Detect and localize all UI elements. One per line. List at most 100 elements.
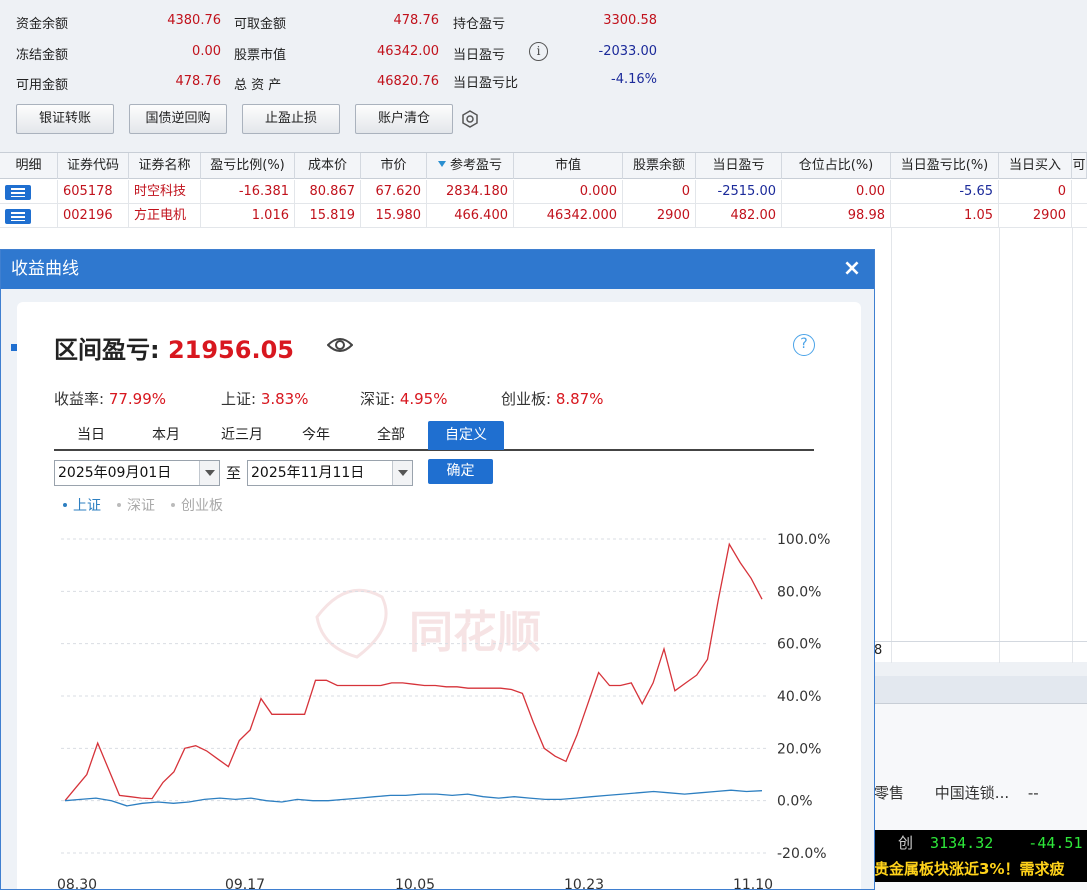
col-name[interactable]: 证券名称 [129,153,201,179]
start-date-picker[interactable]: 2025年09月01日 [54,460,220,486]
y-tick-label: 20.0% [777,741,821,757]
total-assets-label: 总 资 产 [234,78,282,93]
confirm-button[interactable]: 确定 [428,459,493,484]
col-price[interactable]: 市价 [361,153,427,179]
chevron-down-icon[interactable] [199,461,219,485]
tab-custom[interactable]: 自定义 [428,421,504,450]
stat-shenzhen: 深证: 4.95% [360,390,448,408]
quote-change: -44.51 [1028,834,1083,852]
series-line-profit [64,542,763,802]
tab-all[interactable]: 全部 [362,421,420,450]
cell-position-ratio: 0.00 [782,180,891,204]
end-date-picker[interactable]: 2025年11月11日 [247,460,413,486]
detail-list-icon[interactable] [5,209,31,224]
col-more[interactable]: 可 [1072,153,1087,179]
x-tick-label: 10.05 [395,877,435,890]
cell-market-value: 0.000 [514,180,623,204]
legend-shanghai[interactable]: 上证 [63,495,101,515]
daily-pnl-value: -2033.00 [598,44,657,59]
col-ref-pnl[interactable]: 参考盈亏 [427,153,514,179]
cell-name: 方正电机 [129,204,201,228]
legend-shenzhen[interactable]: 深证 [117,495,155,515]
col-daily-pnl[interactable]: 当日盈亏 [696,153,782,179]
tab-three-months[interactable]: 近三月 [207,421,277,450]
y-tick-label: 40.0% [777,689,821,705]
watermark-text: 同花顺 [409,607,541,658]
legend-chinext[interactable]: 创业板 [171,495,223,515]
table-fragment: 8 [874,643,883,658]
daily-pnl-label: 当日盈亏 [453,48,506,63]
stop-profit-loss-button[interactable]: 止盈止损 [242,104,340,134]
tab-this-month[interactable]: 本月 [137,421,195,450]
col-pnl-ratio[interactable]: 盈亏比例(%) [201,153,295,179]
y-tick-label: 80.0% [777,584,821,600]
frozen-amount-value: 0.00 [192,44,221,59]
available-amount-label: 可用金额 [16,78,69,93]
profit-card: 区间盈亏: 21956.05 ? 收益率: 77.99% 上证: 3.83% 深… [17,302,861,890]
reverse-repo-button[interactable]: 国债逆回购 [129,104,227,134]
holding-pnl-value: 3300.58 [603,13,657,28]
cell-code: 605178 [58,180,129,204]
index-quote-bar: 创 3134.32 -44.51 [874,830,1087,856]
profit-curve-dialog: 收益曲线 × 区间盈亏: 21956.05 ? 收益率: 77.99% 上证: … [0,249,875,890]
col-daily-buy[interactable]: 当日买入 [999,153,1072,179]
period-tabs: 当日 本月 近三月 今年 全部 自定义 [54,421,814,451]
cell-pnl-ratio: 1.016 [201,204,295,228]
holding-pnl-label: 持仓盈亏 [453,17,506,32]
x-tick-label: 09.17 [225,877,265,890]
stat-return: 收益率: 77.99% [54,390,167,408]
col-shares[interactable]: 股票余额 [623,153,696,179]
close-icon[interactable]: × [842,258,862,280]
sector-retail[interactable]: 零售 [874,784,904,802]
col-position-ratio[interactable]: 仓位占比(%) [782,153,891,179]
cell-ref-pnl: 2834.180 [427,180,514,204]
eye-icon[interactable] [327,336,353,354]
withdrawable-label: 可取金额 [234,17,287,32]
withdrawable-value: 478.76 [393,13,440,28]
background-toolbar [874,676,1087,704]
chevron-down-icon[interactable] [392,461,412,485]
x-tick-label: 10.23 [564,877,604,890]
x-tick-label: 08.30 [57,877,97,890]
gear-icon[interactable] [460,109,480,129]
frozen-amount-label: 冻结金额 [16,48,69,63]
col-market-value[interactable]: 市值 [514,153,623,179]
sector-chain[interactable]: 中国连锁... [935,784,1009,802]
cash-balance-value: 4380.76 [167,13,221,28]
col-daily-pnl-ratio[interactable]: 当日盈亏比(%) [891,153,999,179]
table-row[interactable]: 002196 方正电机 1.016 15.819 15.980 466.400 … [0,204,1087,228]
table-row[interactable]: 605178 时空科技 -16.381 80.867 67.620 2834.1… [0,180,1087,204]
cell-daily-pnl: 482.00 [696,204,782,228]
cash-balance-label: 资金余额 [16,17,69,32]
cell-pnl-ratio: -16.381 [201,180,295,204]
cell-name: 时空科技 [129,180,201,204]
info-icon[interactable]: i [529,42,548,61]
cell-price: 67.620 [361,180,427,204]
total-assets-value: 46820.76 [376,74,439,89]
sector-dash: -- [1027,784,1039,802]
col-detail[interactable]: 明细 [0,153,58,179]
stat-chinext: 创业板: 8.87% [501,390,604,408]
detail-list-icon[interactable] [5,185,31,200]
dialog-title-bar[interactable]: 收益曲线 [1,250,874,289]
watermark-logo [315,588,388,659]
tab-this-year[interactable]: 今年 [287,421,345,450]
cell-cost: 80.867 [295,180,361,204]
cell-daily-buy: 0 [999,180,1072,204]
y-tick-label: -20.0% [777,846,827,862]
dialog-title: 收益曲线 [11,259,79,279]
col-cost[interactable]: 成本价 [295,153,361,179]
col-code[interactable]: 证券代码 [58,153,129,179]
quote-value: 3134.32 [930,834,994,852]
sector-labels: 零售 中国连锁... -- [874,782,1039,803]
range-pnl-value: 21956.05 [167,336,294,364]
bank-transfer-button[interactable]: 银证转账 [16,104,114,134]
cell-daily-pnl-ratio: 1.05 [891,204,999,228]
news-ticker[interactable]: 贵金属板块涨近3%！需求疲 [874,856,1087,882]
help-icon[interactable]: ? [793,334,815,356]
table-header: 明细 证券代码 证券名称 盈亏比例(%) 成本价 市价 参考盈亏 市值 股票余额… [0,153,1087,179]
tab-today[interactable]: 当日 [62,421,120,450]
sort-desc-icon [437,161,446,167]
stock-value-value: 46342.00 [376,44,439,59]
clear-positions-button[interactable]: 账户清仓 [355,104,453,134]
